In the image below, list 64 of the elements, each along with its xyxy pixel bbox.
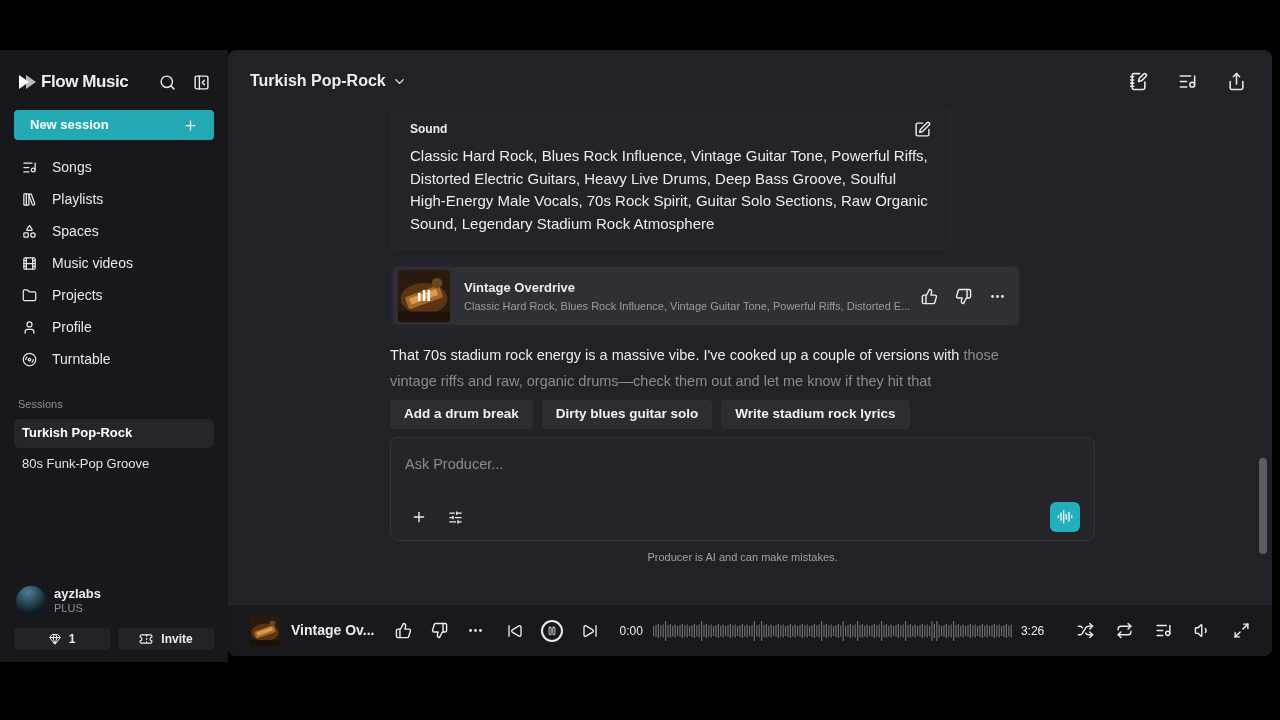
- playlists-icon: [22, 191, 37, 207]
- add-icon[interactable]: [411, 509, 427, 525]
- expand-icon[interactable]: [1233, 622, 1250, 639]
- shuffle-icon[interactable]: [1077, 622, 1094, 639]
- duration: 3:26: [1020, 622, 1045, 640]
- track-tags: Classic Hard Rock, Blues Rock Influence, Vintage Guitar Tone, Powerful Riffs, Distorted E...: [464, 297, 913, 314]
- nav-item[interactable]: Projects: [14, 284, 214, 306]
- nav-item[interactable]: Spaces: [14, 220, 214, 242]
- track-card[interactable]: Vintage Overdrive Classic Hard Rock, Blues Rock Influence, Vintage Guitar Tone, Powerful Riffs, Distorted E...: [390, 264, 1022, 328]
- nav-item[interactable]: Profile: [14, 316, 214, 338]
- suggestion-chip[interactable]: Write stadium rock lyrics: [721, 400, 910, 429]
- settings-icon[interactable]: [448, 509, 463, 525]
- track-title: Vintage Overdrive: [464, 279, 577, 297]
- player-title: Vintage Ov...: [291, 621, 375, 640]
- search-icon[interactable]: [159, 73, 176, 91]
- gem-icon: [48, 633, 61, 645]
- current-time: 0:00: [619, 622, 643, 640]
- audio-wave-icon: [1057, 509, 1073, 525]
- disclaimer: Producer is AI and can make mistakes.: [646, 550, 839, 565]
- waveform[interactable]: [652, 618, 1013, 643]
- nav-item[interactable]: Playlists: [14, 188, 214, 210]
- voice-button[interactable]: [1050, 502, 1080, 532]
- plus-icon: [183, 117, 198, 133]
- songs-icon: [22, 159, 37, 175]
- thumbs-up-icon[interactable]: [394, 622, 412, 639]
- avatar: [16, 586, 46, 616]
- brand-name: Flow Music: [41, 71, 129, 94]
- thumbs-down-icon[interactable]: [955, 287, 972, 305]
- credits-button[interactable]: 1: [14, 628, 110, 650]
- projects-icon: [22, 287, 37, 303]
- invite-button[interactable]: Invite: [118, 628, 214, 650]
- logo-icon: [18, 74, 38, 90]
- sidebar-toggle-icon[interactable]: [193, 73, 210, 91]
- session-title-dropdown[interactable]: Turkish Pop-Rock: [250, 69, 407, 93]
- session-item[interactable]: Turkish Pop-Rock: [14, 418, 214, 448]
- next-icon[interactable]: [581, 622, 598, 639]
- play-pause-button[interactable]: [540, 619, 563, 642]
- thumbs-down-icon[interactable]: [430, 622, 448, 639]
- nav-item[interactable]: Music videos: [14, 252, 214, 274]
- user-name: ayzlabs: [54, 586, 101, 603]
- queue-icon[interactable]: [1155, 622, 1172, 639]
- ticket-icon: [139, 632, 154, 646]
- assistant-message: That 70s stadium rock energy is a massive vibe. I've cooked up a couple of versions with those vintage riffs and raw, organic drums—check them out and let me know if they hit that: [390, 346, 1000, 391]
- session-item[interactable]: 80s Funk-Pop Groove: [14, 449, 214, 479]
- prompt-field[interactable]: Ask Producer...: [405, 454, 1080, 476]
- nav-item[interactable]: Turntable: [14, 348, 214, 370]
- card-heading: Sound: [410, 121, 448, 138]
- plan-label: PLUS: [54, 602, 84, 616]
- repeat-icon[interactable]: [1116, 622, 1133, 639]
- nav-item[interactable]: Songs: [14, 156, 214, 178]
- pause-icon: [546, 625, 557, 636]
- spaces-icon: [22, 223, 37, 239]
- videos-icon: [22, 255, 37, 271]
- notes-icon[interactable]: [1129, 71, 1148, 91]
- turntable-icon: [22, 351, 37, 367]
- suggestion-chip[interactable]: Add a drum break: [390, 400, 533, 429]
- section-label: Sessions: [17, 397, 64, 412]
- profile-icon: [22, 319, 37, 335]
- share-icon[interactable]: [1227, 71, 1246, 91]
- previous-icon[interactable]: [506, 622, 523, 639]
- suggestion-chip[interactable]: Dirty blues guitar solo: [541, 400, 713, 429]
- thumbs-up-icon[interactable]: [921, 287, 938, 305]
- sound-description: Classic Hard Rock, Blues Rock Influence, Vintage Guitar Tone, Powerful Riffs, Distorted Electric Guitars, Heavy Live Drums, Deep Bass Groove, Soulful High-Energy Male Vocals, 70s Rock Spirit, Guitar Solo Sections, Raw Organic Sound, Legendary Stadium Rock Atmosphere: [410, 146, 929, 234]
- edit-icon[interactable]: [914, 120, 931, 138]
